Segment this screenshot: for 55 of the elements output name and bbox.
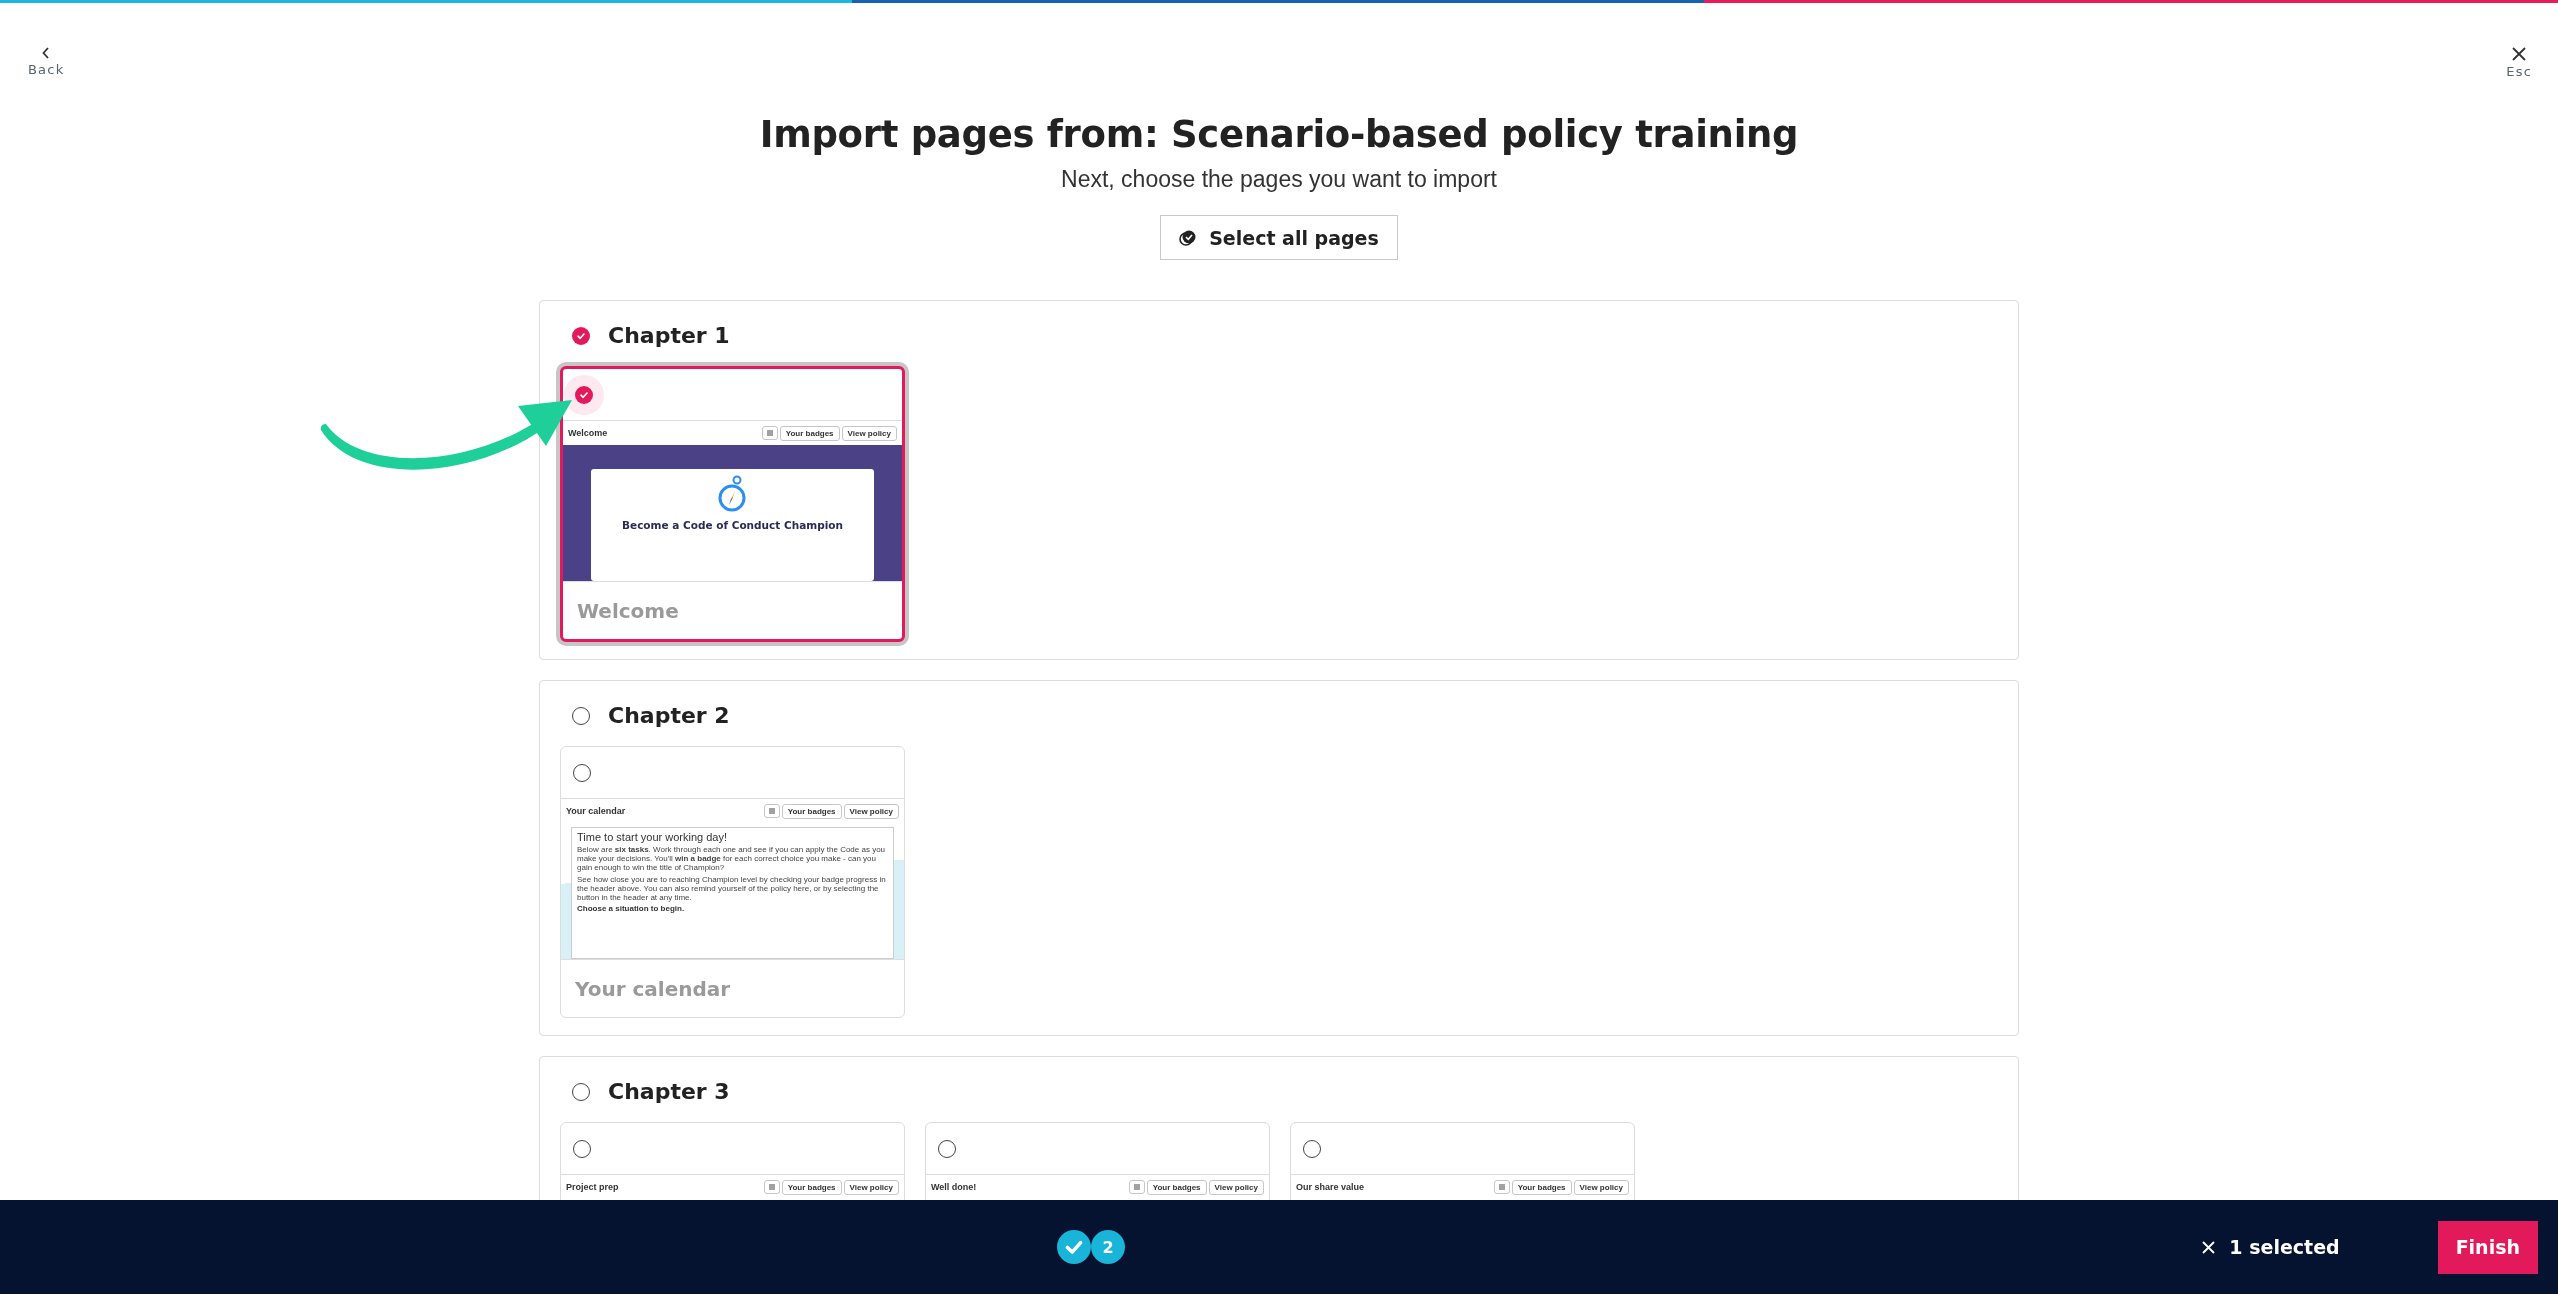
finish-button[interactable]: Finish bbox=[2437, 1220, 2538, 1274]
page-card[interactable]: Our share value Your badges View policy bbox=[1290, 1122, 1635, 1200]
page-label: Your calendar bbox=[575, 976, 731, 1001]
preview-button: Your badges bbox=[781, 1179, 842, 1195]
chapter-title: Chapter 2 bbox=[608, 703, 730, 728]
page-radio[interactable] bbox=[938, 1139, 956, 1158]
back-button[interactable]: Back bbox=[22, 45, 71, 81]
preview-menu-icon bbox=[1493, 1179, 1510, 1194]
preview-menu-icon bbox=[763, 803, 780, 818]
page-radio[interactable] bbox=[573, 1139, 591, 1158]
preview-menu-icon bbox=[1128, 1179, 1145, 1194]
preview-paragraph: Below are six tasks. Work through each one and see if you can apply the Code as you make your decisions. You'll win a badge for each correct choice you make - can you gain enough to win the title of Champion? bbox=[577, 845, 887, 873]
check-icon bbox=[579, 389, 589, 400]
preview-title: Our share value bbox=[1296, 1182, 1365, 1192]
preview-heading: Time to start your working day! bbox=[577, 831, 728, 843]
close-icon bbox=[2512, 47, 2527, 61]
chapter-radio[interactable] bbox=[572, 1082, 590, 1101]
preview-paragraph: See how close you are to reaching Champion level by checking your badge progress in the header above. You can also remind yourself of the policy here, or by selecting the button in the header at any time. bbox=[577, 874, 887, 903]
step-indicator: 2 bbox=[1091, 1230, 1125, 1264]
page-subtitle: Next, choose the pages you want to import bbox=[1061, 166, 1497, 193]
preview-button: View policy bbox=[843, 803, 899, 819]
preview-title: Project prep bbox=[566, 1182, 619, 1192]
check-icon bbox=[576, 330, 586, 341]
close-button[interactable]: Esc bbox=[2500, 45, 2538, 81]
preview-button: View policy bbox=[841, 425, 897, 441]
preview-button: View policy bbox=[1573, 1179, 1629, 1195]
preview-paragraph: Choose a situation to begin. bbox=[577, 904, 686, 914]
page-card[interactable] bbox=[560, 746, 905, 1018]
chapter-title: Chapter 1 bbox=[608, 323, 730, 348]
select-all-button[interactable]: Select all pages bbox=[1160, 215, 1398, 260]
page-label: Welcome bbox=[577, 598, 679, 623]
preview-title: Well done! bbox=[931, 1182, 977, 1192]
preview-heading: Become a Code of Conduct Champion bbox=[622, 519, 843, 531]
page-radio[interactable] bbox=[573, 763, 591, 782]
page-card[interactable]: Well done! Your badges View policy bbox=[925, 1122, 1270, 1200]
preview-button: Your badges bbox=[1146, 1179, 1207, 1195]
chapter-title: Chapter 3 bbox=[608, 1079, 730, 1104]
preview-menu-icon bbox=[763, 1179, 780, 1194]
page-radio[interactable] bbox=[1303, 1139, 1321, 1158]
preview-button: Your badges bbox=[779, 425, 840, 441]
page-title: Import pages from: Scenario-based policy training bbox=[759, 113, 1799, 156]
preview-menu-icon bbox=[761, 425, 778, 440]
chapter-radio[interactable] bbox=[572, 326, 590, 345]
preview-button: Your badges bbox=[781, 803, 842, 819]
preview-title: Your calendar bbox=[566, 806, 626, 816]
preview-button: Your badges bbox=[1511, 1179, 1572, 1195]
chevron-left-icon bbox=[41, 47, 52, 59]
chapter-radio[interactable] bbox=[572, 706, 590, 725]
preview-button: View policy bbox=[1208, 1179, 1264, 1195]
page-card[interactable]: Project prep Your badges View policy bbox=[560, 1122, 905, 1200]
preview-button: View policy bbox=[843, 1179, 899, 1195]
clear-selection-button[interactable]: 1 selected bbox=[2196, 1235, 2346, 1259]
check-badge-icon bbox=[1179, 229, 1198, 246]
preview-title: Welcome bbox=[568, 428, 608, 438]
close-icon bbox=[2202, 1240, 2216, 1254]
